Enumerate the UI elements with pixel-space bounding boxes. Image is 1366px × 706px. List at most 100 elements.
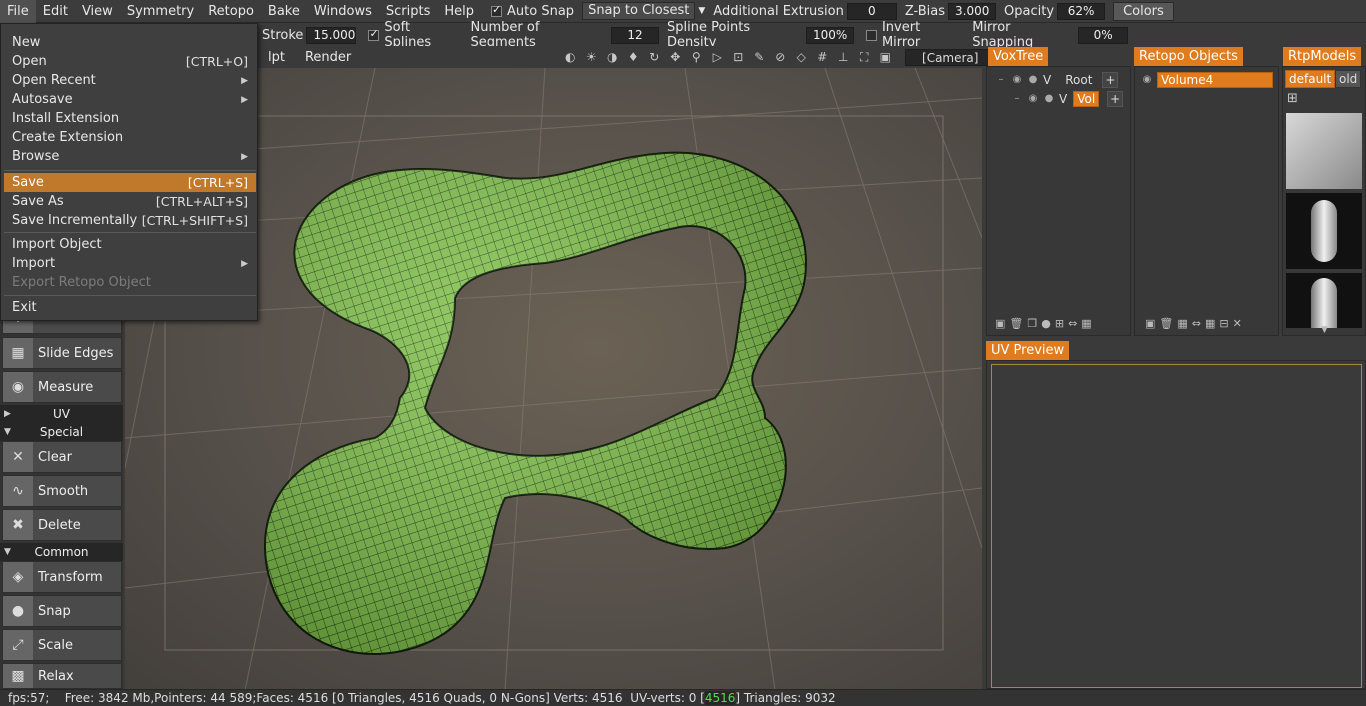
axis-icon[interactable]: ⊥ bbox=[834, 48, 852, 66]
tab-uv-preview[interactable]: UV Preview bbox=[986, 341, 1070, 360]
tool-scale[interactable]: ⤢ Scale bbox=[2, 629, 122, 661]
collapse-icon[interactable]: – bbox=[995, 74, 1007, 86]
segments-field[interactable]: 12 bbox=[611, 26, 659, 44]
zoom-icon[interactable]: ⚲ bbox=[687, 48, 705, 66]
tool-smooth[interactable]: ∿ Smooth bbox=[2, 475, 122, 507]
layout-icon[interactable]: ⊟ bbox=[1219, 317, 1228, 330]
menu-item-save-as[interactable]: Save As [CTRL+ALT+S] bbox=[4, 192, 256, 211]
pen-icon[interactable]: ✎ bbox=[750, 48, 768, 66]
model-thumb-box[interactable] bbox=[1286, 113, 1362, 189]
menu-edit[interactable]: Edit bbox=[36, 0, 75, 23]
retopo-object-row[interactable]: ◉ Volume4 bbox=[1141, 71, 1273, 89]
copy-icon[interactable]: ❐ bbox=[1027, 317, 1037, 330]
tool-transform[interactable]: ◈ Transform bbox=[2, 561, 122, 593]
tool-clear[interactable]: ✕ Clear bbox=[2, 441, 122, 473]
tab-render[interactable]: Render bbox=[295, 50, 361, 65]
fit-all-icon[interactable]: ⊡ bbox=[729, 48, 747, 66]
mirror-snapping-field[interactable]: 0% bbox=[1078, 26, 1128, 44]
menu-bake[interactable]: Bake bbox=[261, 0, 307, 23]
trash-icon[interactable]: 🗑 bbox=[1009, 317, 1023, 330]
menu-symmetry[interactable]: Symmetry bbox=[120, 0, 201, 23]
tree-row-root[interactable]: – ◉ ● V Root + bbox=[995, 71, 1119, 89]
drop-icon[interactable]: ♦ bbox=[624, 48, 642, 66]
tree-row-vol[interactable]: – ◉ ● V Vol + bbox=[1011, 90, 1124, 108]
menu-item-new[interactable]: New bbox=[4, 33, 256, 52]
section-uv[interactable]: ▶ UV bbox=[0, 405, 123, 423]
menu-view[interactable]: View bbox=[75, 0, 120, 23]
grid-icon[interactable]: ▦ bbox=[1081, 317, 1091, 330]
eye-icon[interactable]: ◉ bbox=[1011, 74, 1023, 86]
menu-item-create-extension[interactable]: Create Extension bbox=[4, 128, 256, 147]
rtp-default-button[interactable]: default bbox=[1285, 70, 1336, 88]
contrast-icon[interactable]: ◐ bbox=[561, 48, 579, 66]
rtp-old-button[interactable]: old bbox=[1335, 70, 1362, 88]
add-preset-icon[interactable]: ⊞ bbox=[1287, 91, 1298, 106]
material-icon[interactable]: ◑ bbox=[603, 48, 621, 66]
cube-icon[interactable]: ◇ bbox=[792, 48, 810, 66]
tool-measure[interactable]: ◉ Measure bbox=[2, 371, 122, 403]
tab-sculpt[interactable]: lpt bbox=[258, 50, 295, 65]
add-layer-icon[interactable]: ▣ bbox=[1145, 317, 1155, 330]
model-thumb-capsule-2[interactable] bbox=[1286, 273, 1362, 328]
opacity-field[interactable]: 62% bbox=[1057, 2, 1106, 20]
play-icon[interactable]: ▷ bbox=[708, 48, 726, 66]
eye-icon[interactable]: ◉ bbox=[1027, 93, 1039, 105]
menu-item-open-recent[interactable]: Open Recent ▶ bbox=[4, 71, 256, 90]
no-icon[interactable]: ⊘ bbox=[771, 48, 789, 66]
additional-extrusion-field[interactable]: 0 bbox=[846, 2, 897, 20]
tab-retopo-objects[interactable]: Retopo Objects bbox=[1134, 47, 1243, 66]
menu-item-install-extension[interactable]: Install Extension bbox=[4, 109, 256, 128]
chevron-down-icon[interactable]: ▼ bbox=[698, 6, 705, 16]
menu-item-import-object[interactable]: Import Object bbox=[4, 235, 256, 254]
merge-icon[interactable]: ⊞ bbox=[1055, 317, 1064, 330]
grid-icon[interactable]: # bbox=[813, 48, 831, 66]
snap-mode-dropdown[interactable]: Snap to Closest bbox=[582, 2, 696, 20]
model-thumb-capsule[interactable] bbox=[1286, 193, 1362, 269]
section-special[interactable]: ▼ Special bbox=[0, 423, 123, 441]
spline-density-field[interactable]: 100% bbox=[806, 26, 854, 44]
sphere-icon[interactable]: ● bbox=[1027, 74, 1039, 86]
add-icon[interactable]: + bbox=[1107, 91, 1124, 107]
menu-item-save-incrementally[interactable]: Save Incrementally [CTRL+SHIFT+S] bbox=[4, 211, 256, 230]
fullscreen-icon[interactable]: ⛶ bbox=[855, 48, 873, 66]
tool-relax[interactable]: ▩ Relax bbox=[2, 663, 122, 689]
menu-item-import[interactable]: Import ▶ bbox=[4, 254, 256, 273]
sphere-icon[interactable]: ● bbox=[1043, 93, 1055, 105]
menu-retopo[interactable]: Retopo bbox=[201, 0, 261, 23]
menu-item-browse[interactable]: Browse ▶ bbox=[4, 147, 256, 166]
tab-rtp-models[interactable]: RtpModels bbox=[1283, 47, 1362, 66]
section-common[interactable]: ▼ Common bbox=[0, 543, 123, 561]
menu-item-open[interactable]: Open [CTRL+O] bbox=[4, 52, 256, 71]
trash-icon[interactable]: 🗑 bbox=[1159, 317, 1173, 330]
split-icon[interactable]: ⇔ bbox=[1192, 317, 1201, 330]
split-icon[interactable]: ⇔ bbox=[1068, 317, 1077, 330]
menu-item-save[interactable]: Save [CTRL+S] bbox=[4, 173, 256, 192]
image-icon[interactable]: ▣ bbox=[876, 48, 894, 66]
menu-file[interactable]: File bbox=[0, 0, 36, 23]
menu-item-autosave[interactable]: Autosave ▶ bbox=[4, 90, 256, 109]
menu-windows[interactable]: Windows bbox=[307, 0, 379, 23]
stroke-field[interactable]: 15.000 bbox=[306, 26, 357, 44]
menu-item-exit[interactable]: Exit bbox=[4, 298, 256, 317]
uv-preview-frame[interactable] bbox=[991, 364, 1362, 688]
close-icon[interactable]: ✕ bbox=[1233, 317, 1242, 330]
tool-delete[interactable]: ✖ Delete bbox=[2, 509, 122, 541]
light-icon[interactable]: ☀ bbox=[582, 48, 600, 66]
rotate-icon[interactable]: ↻ bbox=[645, 48, 663, 66]
tool-slide-edges[interactable]: ▦ Slide Edges bbox=[2, 337, 122, 369]
soft-splines-checkbox[interactable] bbox=[368, 27, 380, 41]
grid-icon[interactable]: ▦ bbox=[1205, 317, 1215, 330]
collapse-icon[interactable]: – bbox=[1011, 93, 1023, 105]
camera-select[interactable]: [Camera] bbox=[905, 48, 996, 66]
invert-mirror-checkbox[interactable] bbox=[866, 29, 877, 41]
colors-button[interactable]: Colors bbox=[1113, 1, 1174, 21]
move-icon[interactable]: ✥ bbox=[666, 48, 684, 66]
add-layer-icon[interactable]: ▣ bbox=[995, 317, 1005, 330]
z-bias-field[interactable]: 3.000 bbox=[948, 2, 997, 20]
tab-voxtree[interactable]: VoxTree bbox=[988, 47, 1049, 66]
mesh-icon[interactable]: ▦ bbox=[1177, 317, 1187, 330]
add-icon[interactable]: + bbox=[1102, 72, 1119, 88]
auto-snap-checkbox[interactable] bbox=[491, 3, 503, 17]
tool-snap[interactable]: ● Snap bbox=[2, 595, 122, 627]
eye-icon[interactable]: ◉ bbox=[1141, 74, 1153, 86]
